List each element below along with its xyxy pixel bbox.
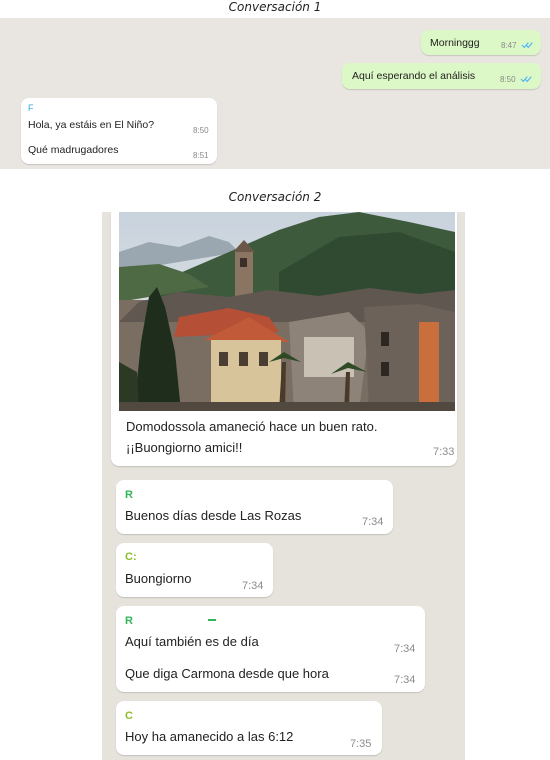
incoming-message[interactable]: R Buenos días desde Las Rozas 7:34: [116, 480, 393, 534]
sender-name: R: [125, 489, 133, 501]
incoming-message[interactable]: C: Buongiorno 7:34: [116, 543, 273, 597]
conversation-1-panel: Morninggg 8:47 Aquí esperando el análisi…: [0, 18, 550, 169]
caption-conversation-1: Conversación 1: [228, 0, 322, 14]
sender-name: C: [125, 710, 133, 722]
caption-conversation-2: Conversación 2: [228, 190, 322, 204]
message-text: ¡¡Buongiorno amici!!: [126, 440, 243, 455]
double-check-icon: [520, 76, 532, 83]
message-time: 7:33: [433, 446, 455, 458]
incoming-message-group[interactable]: R Aquí también es de día 7:34 Que diga C…: [116, 606, 425, 692]
conversation-2-panel: Domodossola amaneció hace un buen rato. …: [102, 212, 465, 760]
message-text: Hoy ha amanecido a las 6:12: [125, 729, 294, 744]
town-photo[interactable]: [119, 212, 455, 411]
double-check-icon: [521, 42, 533, 49]
message-time: 7:34: [394, 674, 416, 686]
message-text: Aquí también es de día: [125, 634, 259, 649]
outgoing-message[interactable]: Aquí esperando el análisis 8:50: [342, 63, 541, 89]
message-text: Buenos días desde Las Rozas: [125, 508, 302, 523]
sender-underline: [208, 619, 216, 621]
message-time: 7:35: [350, 738, 372, 750]
message-text: Que diga Carmona desde que hora: [125, 666, 329, 681]
photo-message[interactable]: Domodossola amaneció hace un buen rato. …: [111, 212, 457, 466]
message-text: Hola, ya estáis en El Niño?: [28, 119, 155, 131]
incoming-message[interactable]: C Hoy ha amanecido a las 6:12 7:35: [116, 701, 382, 755]
sender-name: F: [28, 103, 34, 113]
message-time: 7:34: [362, 516, 384, 528]
message-text: Morninggg: [430, 37, 480, 49]
message-time: 7:34: [394, 643, 416, 655]
sender-name: C:: [125, 551, 137, 563]
message-time: 8:50: [193, 126, 209, 135]
incoming-message-group[interactable]: F Hola, ya estáis en El Niño? 8:50 Qué m…: [21, 98, 217, 164]
sender-name: R: [125, 615, 133, 627]
message-text: Domodossola amaneció hace un buen rato.: [126, 419, 378, 434]
message-time: 8:47: [501, 41, 517, 50]
message-time: 8:51: [193, 151, 209, 160]
message-text: Buongiorno: [125, 571, 192, 586]
message-text: Qué madrugadores: [28, 144, 119, 156]
message-time: 8:50: [500, 75, 516, 84]
message-time: 7:34: [242, 580, 264, 592]
message-text: Aquí esperando el análisis: [352, 70, 476, 82]
outgoing-message[interactable]: Morninggg 8:47: [421, 30, 541, 55]
